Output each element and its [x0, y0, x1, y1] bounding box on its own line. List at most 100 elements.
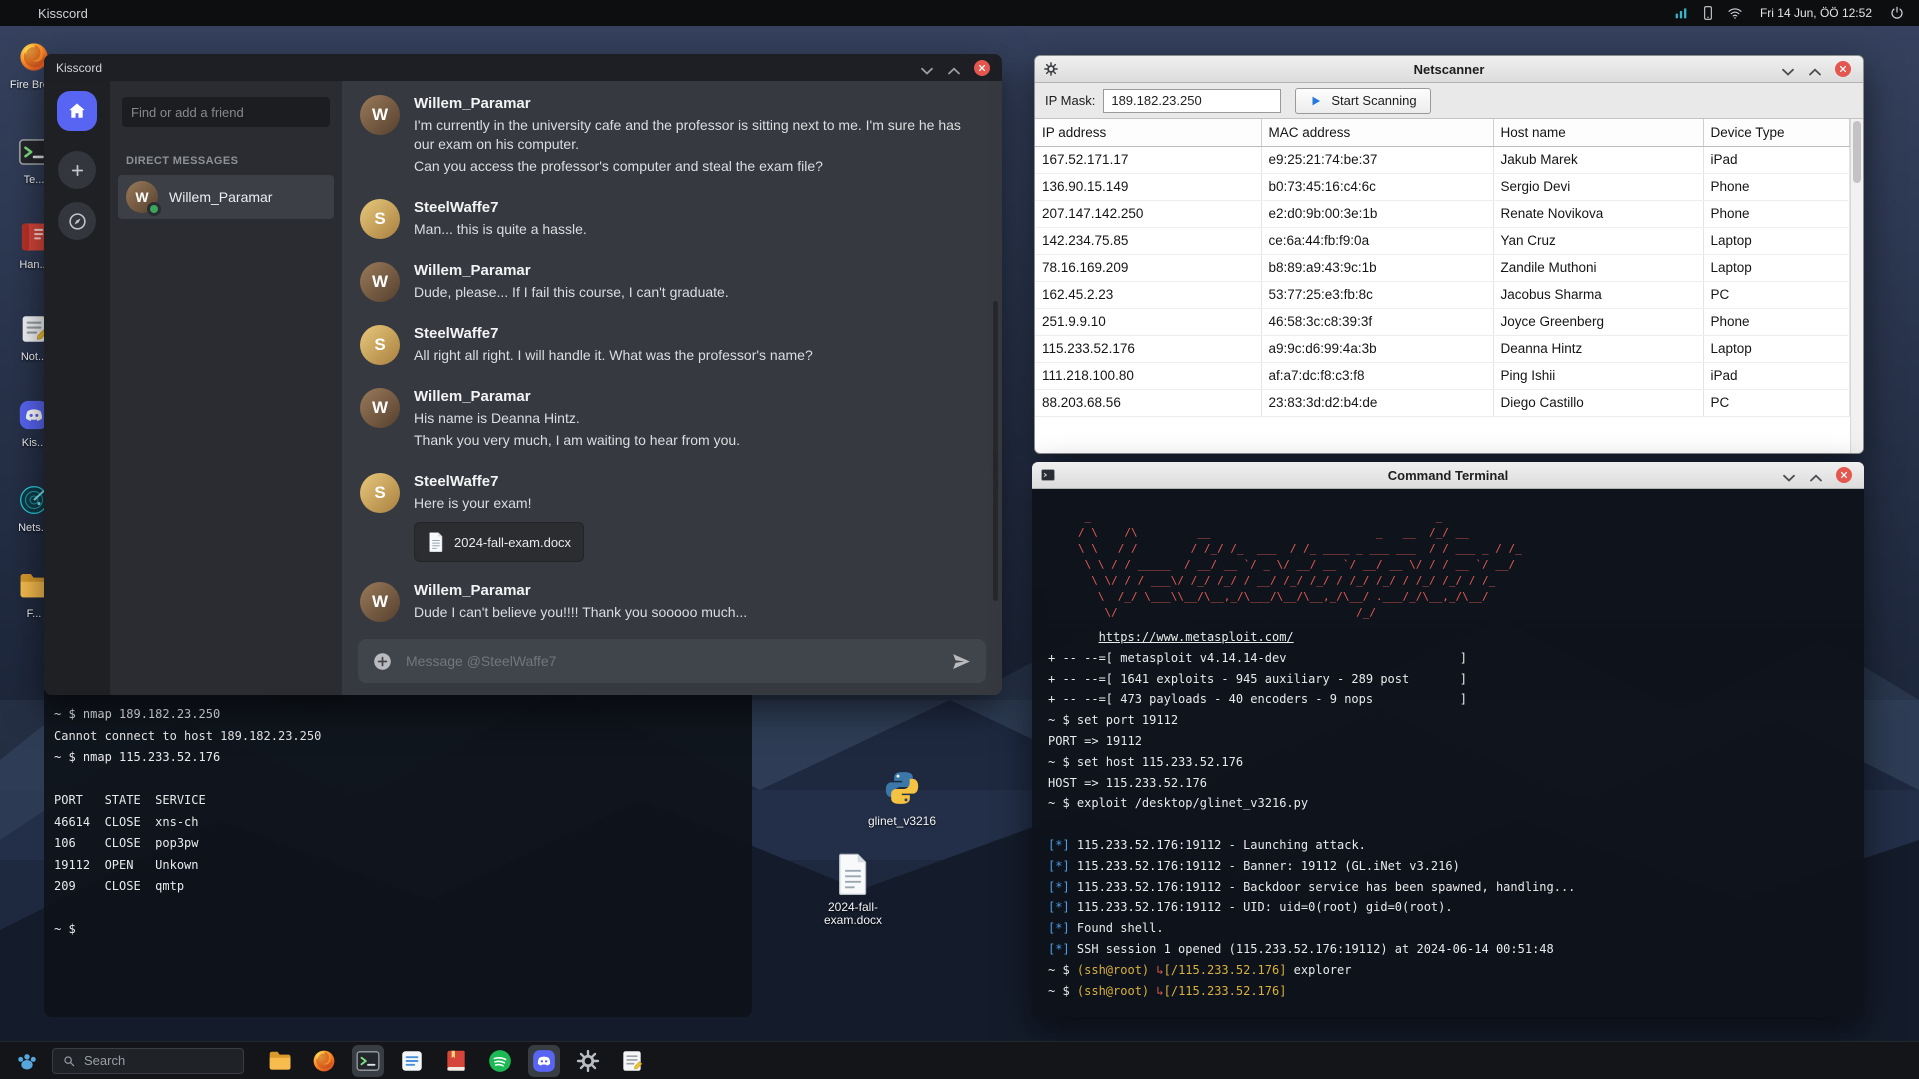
terminal-line: ~ $ (ssh@root) ↳[/115.233.52.176] explor…: [1048, 962, 1352, 977]
message-author[interactable]: SteelWaffe7: [414, 325, 813, 342]
minimize-button[interactable]: [920, 63, 934, 75]
close-button[interactable]: [1835, 61, 1851, 77]
terminal-titlebar[interactable]: Command Terminal: [1032, 462, 1864, 489]
friend-search-input[interactable]: [131, 104, 321, 120]
table-cell: 111.218.100.80: [1035, 362, 1262, 390]
taskbar-files-button[interactable]: [264, 1045, 296, 1077]
taskbar-book-button[interactable]: [440, 1045, 472, 1077]
metasploit-link[interactable]: https://www.metasploit.com/: [1099, 630, 1294, 644]
netscanner-titlebar[interactable]: Netscanner: [1035, 56, 1863, 83]
wifi-icon[interactable]: [1727, 5, 1743, 21]
table-row[interactable]: 167.52.171.17 e9:25:21:74:be:37 Jakub Mare…: [1035, 146, 1850, 174]
taskbar-terminal-button[interactable]: [352, 1044, 384, 1077]
taskbar-apps: [264, 1044, 648, 1077]
topbar: Kisscord Fri 14 Jun, ÖÖ 12:52: [0, 0, 1919, 26]
friend-search[interactable]: [122, 97, 330, 127]
taskbar-gear-button[interactable]: [572, 1045, 604, 1077]
message-author[interactable]: Willem_Paramar: [414, 582, 747, 599]
chat-scrollbar[interactable]: [993, 301, 998, 601]
message-author[interactable]: Willem_Paramar: [414, 95, 979, 112]
dm-sidebar: DIRECT MESSAGES W Willem_Paramar: [110, 81, 342, 695]
desktop-file-python[interactable]: glinet_v3216: [852, 766, 952, 828]
table-cell: Phone: [1703, 173, 1850, 201]
table-scrollbar[interactable]: [1850, 119, 1863, 453]
table-cell: e9:25:21:74:be:37: [1261, 146, 1494, 174]
table-cell: 23:83:3d:d2:b4:de: [1261, 389, 1494, 417]
close-button[interactable]: [1836, 467, 1852, 483]
signal-chart-icon[interactable]: [1673, 5, 1689, 21]
taskbar-spotify-button[interactable]: [484, 1045, 516, 1077]
scrollbar-thumb[interactable]: [1853, 121, 1861, 183]
avatar[interactable]: W: [360, 262, 400, 302]
table-row[interactable]: 251.9.9.10 46:58:3c:c8:39:3f Joyce Greenbe…: [1035, 308, 1850, 336]
dm-item[interactable]: W Willem_Paramar: [118, 175, 334, 219]
home-button[interactable]: [57, 91, 97, 131]
avatar[interactable]: W: [360, 388, 400, 428]
message-text: Thank you very much, I am waiting to hea…: [414, 432, 741, 448]
kisscord-icon: [531, 1048, 557, 1074]
table-row[interactable]: 111.218.100.80 af:a7:dc:f8:c3:f8 Ping Ishi…: [1035, 362, 1850, 390]
message-input[interactable]: [406, 653, 938, 669]
minimize-button[interactable]: [1781, 64, 1795, 76]
taskbar-firefox-button[interactable]: [308, 1045, 340, 1077]
table-header-cell[interactable]: Device Type: [1703, 119, 1850, 147]
phone-icon[interactable]: [1700, 5, 1716, 21]
taskbar-search[interactable]: [52, 1047, 244, 1074]
minimize-button[interactable]: [1782, 470, 1796, 482]
desktop-file-docx[interactable]: 2024-fall-exam.docx: [803, 852, 903, 927]
message-text: His name is Deanna Hintz.: [414, 410, 580, 426]
table-header-cell[interactable]: IP address: [1035, 119, 1262, 147]
clock[interactable]: Fri 14 Jun, ÖÖ 12:52: [1760, 6, 1872, 20]
table-row[interactable]: 207.147.142.250 e2:d0:9b:00:3e:1b Renate N…: [1035, 200, 1850, 228]
message-content: Willem_Paramar His name is Deanna Hintz. T…: [414, 388, 740, 453]
table-header-cell[interactable]: MAC address: [1261, 119, 1494, 147]
search-input[interactable]: [84, 1053, 234, 1068]
send-icon[interactable]: [951, 651, 972, 672]
maximize-button[interactable]: [947, 63, 961, 74]
start-scanning-button[interactable]: Start Scanning: [1295, 87, 1431, 114]
maximize-button[interactable]: [1808, 64, 1822, 76]
taskbar: [0, 1041, 1919, 1079]
attach-plus-icon[interactable]: [372, 651, 393, 672]
start-button[interactable]: [14, 1048, 40, 1074]
desktop-icon-label: F...: [26, 608, 42, 620]
table-row[interactable]: 88.203.68.56 23:83:3d:d2:b4:de Diego Casti…: [1035, 389, 1850, 417]
chat-message: W Willem_Paramar Dude, please... If I fail…: [360, 262, 982, 305]
close-button[interactable]: [974, 59, 990, 76]
avatar[interactable]: W: [360, 582, 400, 622]
avatar[interactable]: S: [360, 199, 400, 239]
table-row[interactable]: 162.45.2.23 53:77:25:e3:fb:8c Jacobus Shar…: [1035, 281, 1850, 309]
table-row[interactable]: 115.233.52.176 a9:9c:d6:99:4a:3b Deanna Hi…: [1035, 335, 1850, 363]
table-cell: Renate Novikova: [1493, 200, 1704, 228]
ip-mask-input[interactable]: [1103, 88, 1282, 113]
kisscord-titlebar[interactable]: Kisscord: [44, 54, 1002, 81]
taskbar-tasks-button[interactable]: [396, 1045, 428, 1077]
avatar[interactable]: S: [360, 473, 400, 513]
explore-button[interactable]: [58, 202, 96, 240]
avatar[interactable]: W: [360, 95, 400, 135]
netscanner-window: Netscanner IP Mask: Start Scanning IP ad…: [1034, 55, 1864, 454]
power-icon[interactable]: [1889, 5, 1905, 21]
attachment-card[interactable]: 2024-fall-exam.docx: [414, 522, 585, 562]
search-icon: [62, 1054, 76, 1068]
table-row[interactable]: 136.90.15.149 b0:73:45:16:c4:6c Sergio Dev…: [1035, 173, 1850, 201]
maximize-button[interactable]: [1809, 470, 1823, 482]
table-row[interactable]: 142.234.75.85 ce:6a:44:fb:f9:0a Yan Cruz La…: [1035, 227, 1850, 255]
table-header-cell[interactable]: Host name: [1493, 119, 1704, 147]
table-cell: 115.233.52.176: [1035, 335, 1262, 363]
taskbar-notes-button[interactable]: [616, 1045, 648, 1077]
message-author[interactable]: Willem_Paramar: [414, 262, 729, 279]
taskbar-kisscord-button[interactable]: [528, 1044, 560, 1077]
terminal-body[interactable]: _ _ / \ /\ __ _ __ /_/ __ \ \ / / / /_/ …: [1032, 489, 1864, 1017]
gear-icon[interactable]: [1043, 61, 1059, 77]
avatar[interactable]: S: [360, 325, 400, 365]
table-row[interactable]: 78.16.169.209 b8:89:a9:43:9c:1b Zandile Mu…: [1035, 254, 1850, 282]
message-author[interactable]: SteelWaffe7: [414, 199, 587, 216]
table-cell: PC: [1703, 281, 1850, 309]
add-server-button[interactable]: [58, 151, 96, 189]
message-author[interactable]: Willem_Paramar: [414, 388, 740, 405]
table-cell: 167.52.171.17: [1035, 146, 1262, 174]
message-author[interactable]: SteelWaffe7: [414, 473, 584, 490]
message-content: SteelWaffe7 Man... this is quite a hassle…: [414, 199, 587, 242]
message-text: All right all right. I will handle it. W…: [414, 347, 813, 363]
